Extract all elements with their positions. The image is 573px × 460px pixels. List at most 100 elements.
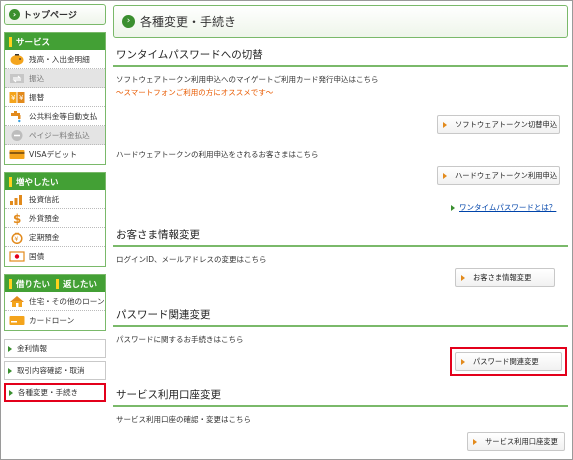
triangle-right-icon — [461, 358, 465, 365]
onetime-recommend-note: ～スマートフォンご利用の方にオススメです～ — [116, 88, 274, 97]
customer-title: お客さま情報変更 — [113, 227, 568, 247]
house-icon — [8, 294, 25, 308]
sidebar-link-label: 取引内容確認・取消 — [17, 366, 85, 375]
account-text: サービス利用口座の確認・変更はこちら — [116, 415, 251, 424]
debit-card-icon — [8, 148, 25, 162]
sidebar-item-visa-debit[interactable]: VISAデビット — [5, 145, 105, 164]
page-title-bar: › 各種変更・手続き — [113, 5, 568, 38]
svg-text:¥: ¥ — [14, 235, 18, 243]
sidebar-item-balance[interactable]: 残高・入出金明細 — [5, 50, 105, 69]
triangle-right-icon — [8, 345, 12, 352]
onetime-text-software: ソフトウェアトークン利用申込へのマイゲートご利用カード発行申込はこちら — [116, 75, 379, 84]
sidebar-link-label: 各種変更・手続き — [18, 388, 78, 397]
sidebar-link-label: 金利情報 — [17, 344, 47, 353]
onetime-help-link[interactable]: ワンタイムパスワードとは？ — [451, 202, 556, 213]
sidebar-item-label: ペイジー料金払込 — [29, 130, 90, 140]
sidebar-item-label: 振込 — [29, 73, 45, 83]
software-token-button[interactable]: ソフトウェアトークン切替申込 — [437, 115, 560, 134]
piggy-bank-icon — [8, 52, 25, 66]
customer-section: お客さま情報変更 ログインID、メールアドレスの変更はこちら お客さま情報変更 — [113, 227, 568, 297]
sidebar-item-utility-payment[interactable]: 公共料金等自動支払 — [5, 107, 105, 126]
sidebar-item-account-transfer[interactable]: ¥ ¥ 振替 — [5, 88, 105, 107]
account-change-button[interactable]: サービス利用口座変更 — [467, 432, 565, 451]
sidebar-item-investment-trust[interactable]: 投資信託 — [5, 190, 105, 209]
borrow-header-left: 借りたい — [16, 279, 51, 290]
payeasy-icon — [8, 128, 25, 142]
software-token-button-label: ソフトウェアトークン切替申込 — [455, 119, 558, 129]
password-change-button-label: パスワード関連変更 — [473, 356, 539, 366]
sidebar-item-label: VISAデビット — [29, 150, 77, 159]
triangle-right-icon — [451, 204, 455, 211]
sidebar-item-label: 振替 — [29, 92, 45, 102]
triangle-right-icon — [443, 121, 447, 128]
sidebar: › トップページ サービス 残高・入出金明細 振込 ¥ ¥ 振替 公共料金等自動… — [4, 4, 106, 405]
sidebar-item-home-loan[interactable]: 住宅・その他のローン — [5, 292, 105, 311]
sidebar-item-label: 国債 — [29, 252, 45, 261]
account-change-button-label: サービス利用口座変更 — [485, 436, 558, 446]
sidebar-item-label: カードローン — [29, 316, 75, 325]
main-content: › 各種変更・手続き ワンタイムパスワードへの切替 ソフトウェアトークン利用申込… — [113, 5, 568, 457]
borrow-header: 借りたい 返したい — [5, 275, 105, 292]
service-header: サービス — [5, 33, 105, 50]
sidebar-item-foreign-deposit[interactable]: $ 外貨預金 — [5, 209, 105, 228]
sidebar-item-government-bond[interactable]: 国債 — [5, 247, 105, 266]
sidebar-link-transaction-history[interactable]: 取引内容確認・取消 — [4, 361, 106, 380]
header-accent — [9, 278, 12, 289]
bond-certificate-icon — [8, 250, 25, 264]
sidebar-item-label: 外貨預金 — [29, 213, 60, 223]
sidebar-item-label: 残高・入出金明細 — [29, 54, 90, 64]
triangle-right-icon — [473, 438, 477, 445]
faucet-icon — [8, 109, 25, 123]
page-title: 各種変更・手続き — [140, 15, 237, 29]
loan-card-icon — [8, 314, 25, 328]
triangle-right-icon — [9, 389, 13, 396]
password-title: パスワード関連変更 — [113, 307, 568, 327]
sidebar-item-transfer[interactable]: 振込 — [5, 69, 105, 88]
sidebar-item-label: 投資信託 — [29, 194, 60, 204]
triangle-right-icon — [443, 172, 447, 179]
svg-text:¥: ¥ — [19, 94, 24, 102]
top-page-label: トップページ — [23, 11, 77, 21]
bar-chart-icon — [8, 192, 25, 206]
sidebar-links: 金利情報 取引内容確認・取消 各種変更・手続き — [4, 339, 106, 402]
hardware-token-button-label: ハードウェアトークン利用申込 — [455, 170, 558, 180]
account-transfer-icon: ¥ ¥ — [8, 90, 25, 104]
sidebar-item-card-loan[interactable]: カードローン — [5, 311, 105, 330]
svg-text:¥: ¥ — [11, 94, 16, 102]
customer-info-button-label: お客さま情報変更 — [473, 272, 532, 282]
password-section: パスワード関連変更 パスワードに関するお手続きはこちら パスワード関連変更 — [113, 307, 568, 377]
dollar-icon: $ — [8, 211, 25, 225]
arrow-right-icon: › — [9, 9, 20, 20]
triangle-right-icon — [8, 367, 12, 374]
account-title: サービス利用口座変更 — [113, 387, 568, 407]
password-text: パスワードに関するお手続きはこちら — [116, 335, 244, 344]
money-bag-icon: ¥ — [8, 230, 25, 244]
increase-header: 増やしたい — [5, 173, 105, 190]
sidebar-link-interest-rates[interactable]: 金利情報 — [4, 339, 106, 358]
header-accent — [56, 278, 60, 289]
header-accent — [9, 36, 12, 47]
increase-header-label: 増やしたい — [16, 177, 59, 188]
sidebar-link-settings-procedures[interactable]: 各種変更・手続き — [4, 383, 106, 402]
increase-panel: 増やしたい 投資信託 $ 外貨預金 ¥ 定期預金 国債 — [4, 172, 106, 267]
svg-text:$: $ — [13, 212, 21, 225]
onetime-text-hardware: ハードウェアトークンの利用申込をされるお客さまはこちら — [116, 150, 319, 159]
onetime-section: ワンタイムパスワードへの切替 ソフトウェアトークン利用申込へのマイゲートご利用カ… — [113, 47, 568, 217]
sidebar-item-label: 定期預金 — [29, 232, 60, 242]
customer-text: ログインID、メールアドレスの変更はこちら — [116, 255, 267, 264]
service-panel: サービス 残高・入出金明細 振込 ¥ ¥ 振替 公共料金等自動支払 ペイジー料金… — [4, 32, 106, 165]
sidebar-item-time-deposit[interactable]: ¥ 定期預金 — [5, 228, 105, 247]
borrow-panel: 借りたい 返したい 住宅・その他のローン カードローン — [4, 274, 106, 331]
sidebar-item-payeasy[interactable]: ペイジー料金払込 — [5, 126, 105, 145]
hardware-token-button[interactable]: ハードウェアトークン利用申込 — [437, 166, 560, 185]
top-page-button[interactable]: › トップページ — [4, 4, 106, 25]
sidebar-item-label: 住宅・その他のローン — [29, 296, 105, 306]
password-change-button[interactable]: パスワード関連変更 — [455, 352, 562, 371]
arrow-right-icon: › — [122, 15, 135, 28]
onetime-help-link-label: ワンタイムパスワードとは？ — [459, 203, 557, 212]
borrow-header-right: 返したい — [63, 279, 98, 290]
account-section: サービス利用口座変更 サービス利用口座の確認・変更はこちら サービス利用口座変更 — [113, 387, 568, 457]
transfer-icon — [8, 71, 25, 85]
customer-info-button[interactable]: お客さま情報変更 — [455, 268, 555, 287]
triangle-right-icon — [461, 274, 465, 281]
